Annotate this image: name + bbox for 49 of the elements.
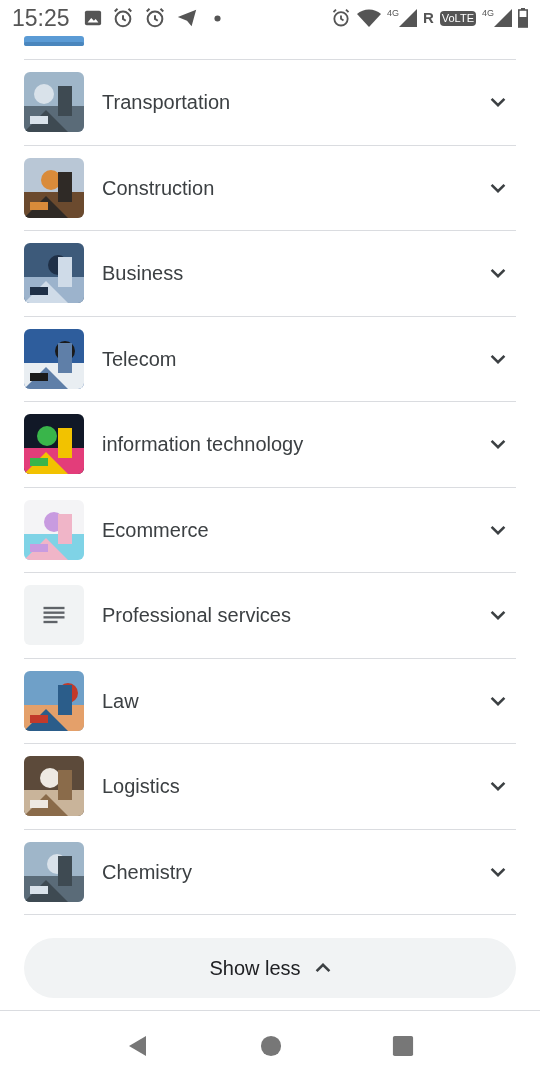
chevron-down-icon (490, 524, 506, 535)
recents-icon[interactable] (392, 1034, 414, 1057)
category-label: Law (102, 688, 140, 714)
category-item[interactable]: Ecommerce (24, 487, 516, 573)
chevron-down-icon (490, 268, 506, 279)
volte-badge: VoLTE (439, 10, 476, 26)
dot-icon (213, 14, 221, 22)
status-time: 15:25 (12, 3, 70, 33)
network-label: 4G (482, 9, 494, 18)
alarm-icon (330, 8, 351, 28)
category-item[interactable]: Business (24, 231, 516, 317)
alarm-icon (111, 7, 134, 29)
chevron-up-icon (314, 963, 331, 973)
category-item[interactable]: information technology (24, 402, 516, 488)
chevron-down-icon (490, 610, 506, 621)
chevron-down-icon (490, 353, 506, 364)
category-label: Transportation (102, 90, 232, 116)
chevron-down-icon (490, 695, 506, 706)
category-label: Telecom (102, 346, 178, 372)
category-item[interactable]: Telecom (24, 316, 516, 402)
category-label: Chemistry (102, 859, 193, 885)
category-item[interactable]: Chemistry (24, 829, 516, 915)
category-item[interactable]: Law (24, 658, 516, 744)
category-label: Ecommerce (102, 517, 210, 543)
chevron-down-icon (490, 182, 506, 193)
alarm-icon (143, 7, 166, 29)
home-icon[interactable] (260, 1034, 282, 1057)
chevron-down-icon (490, 97, 506, 108)
show-less-button[interactable]: Show less (24, 938, 516, 998)
signal-icon (494, 9, 512, 27)
chevron-down-icon (490, 781, 506, 792)
wifi-icon (356, 8, 381, 28)
category-label: Construction (102, 175, 216, 201)
signal-icon (398, 9, 417, 27)
category-item[interactable]: Transportation (24, 60, 516, 146)
category-label: Professional services (102, 603, 292, 629)
category-label: Logistics (102, 774, 181, 800)
roaming-label: R (422, 7, 434, 28)
category-label: information technology (102, 432, 305, 458)
battery-icon (518, 8, 528, 28)
chevron-down-icon (490, 866, 506, 877)
category-item[interactable]: Professional services (24, 573, 516, 659)
category-item[interactable]: Construction (24, 145, 516, 231)
network-label: 4G (386, 9, 399, 18)
document-icon (24, 585, 84, 646)
category-label: Business (102, 261, 185, 287)
image-icon (83, 9, 102, 27)
chevron-down-icon (490, 439, 506, 450)
category-item[interactable]: Logistics (24, 744, 516, 830)
